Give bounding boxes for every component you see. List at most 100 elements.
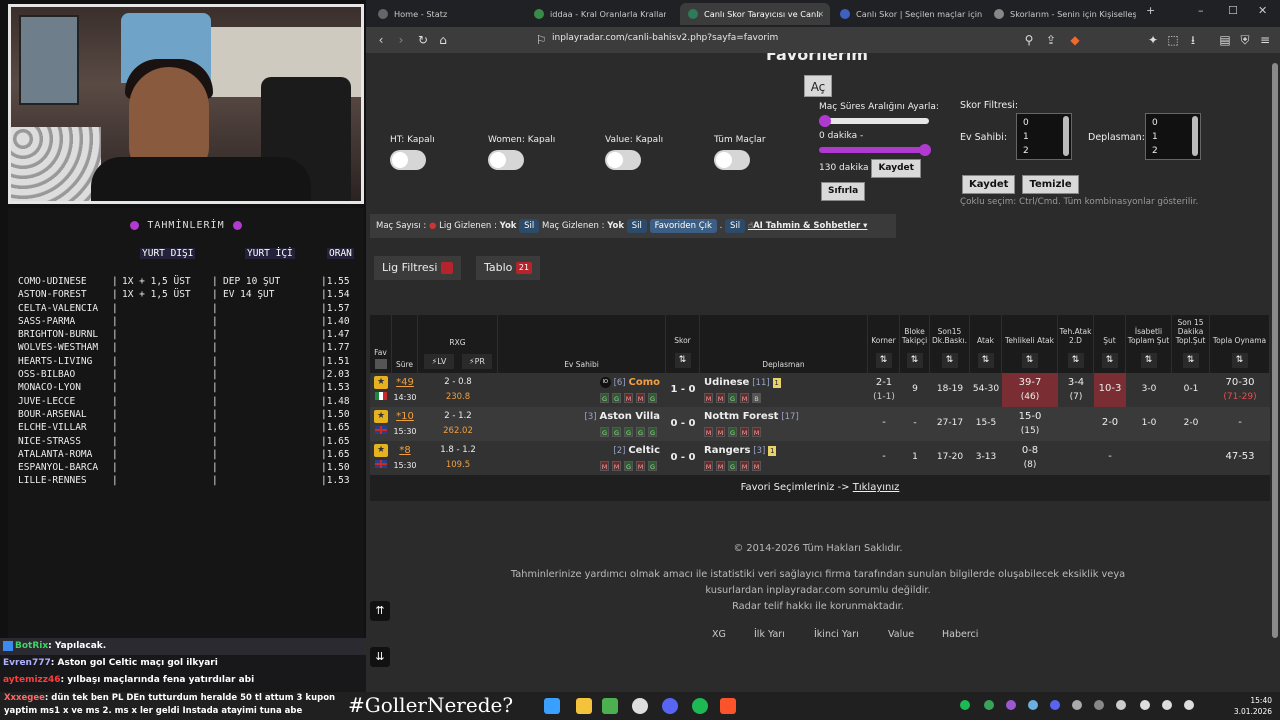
value-toggle[interactable] (605, 150, 641, 170)
away-score-select[interactable]: 0 1 2 (1145, 113, 1201, 160)
page-scrollbar[interactable] (1270, 53, 1280, 692)
minute[interactable]: 10 (401, 411, 414, 422)
footer-link-haberci[interactable]: Haberci (942, 629, 978, 640)
home-score-select[interactable]: 0 1 2 (1016, 113, 1072, 160)
maximize-icon[interactable]: ☐ (1228, 4, 1238, 17)
tab-canli-skor[interactable]: Canlı Skor Tarayıcısı ve Canlı ✕ (680, 3, 830, 25)
slider-knob[interactable] (819, 115, 831, 127)
favorites-link[interactable]: Tıklayınız (853, 482, 900, 493)
windows-start-icon[interactable] (544, 698, 560, 714)
scroll-bottom-button[interactable]: ⇊ (370, 647, 390, 667)
obs-icon[interactable] (632, 698, 648, 714)
sort-icon[interactable]: ⇅ (1231, 353, 1248, 368)
footer-link-ilk-yari[interactable]: İlk Yarı (754, 629, 785, 640)
sort-icon[interactable]: ⇅ (941, 353, 958, 368)
tab-iddaa[interactable]: iddaa - Kral Oranlarla Krallar Gibi (526, 3, 666, 25)
minimize-icon[interactable]: – (1198, 4, 1204, 17)
match-row[interactable]: ★ *49 14:30 2 - 0.8 230.8 IO [6] Como G G M M G 1 -… (370, 373, 1270, 407)
match-row[interactable]: ★ *8 15:30 1.8 - 1.2 109.5 [2] Celtic M M G M G 0 -… (370, 441, 1270, 475)
file-explorer-icon[interactable] (576, 698, 592, 714)
sort-icon[interactable]: ⇅ (1101, 353, 1118, 368)
scrollbar[interactable] (1063, 116, 1069, 156)
scroll-top-button[interactable]: ⇈ (370, 601, 390, 621)
tray-icon[interactable] (1116, 700, 1126, 710)
away-team[interactable]: Udinese (704, 377, 749, 388)
sort-icon[interactable]: ⇅ (1067, 353, 1084, 368)
option[interactable]: 1 (1023, 130, 1065, 144)
open-button[interactable]: Aç (804, 75, 832, 97)
share-icon[interactable]: ⇪ (1042, 31, 1060, 49)
tab-skorlarim[interactable]: Skorlarım - Senin için Kişiselleştiril (986, 3, 1136, 25)
new-tab-icon[interactable]: + (1146, 4, 1155, 17)
sort-icon[interactable]: ⇅ (1021, 353, 1038, 368)
tab-statz[interactable]: Home - Statz (370, 3, 520, 25)
all-matches-toggle[interactable] (714, 150, 750, 170)
brave-icon[interactable] (720, 698, 736, 714)
tray-icon[interactable] (1072, 700, 1082, 710)
notepad-icon[interactable] (602, 698, 618, 714)
puzzle-icon[interactable]: ⬚ (1164, 31, 1182, 49)
star-icon[interactable]: ★ (374, 376, 388, 389)
spotify-icon[interactable] (692, 698, 708, 714)
slider-knob[interactable] (919, 144, 931, 156)
sort-lv-button[interactable]: ⚡LV (424, 354, 454, 369)
option[interactable]: 1 (1152, 130, 1194, 144)
minute[interactable]: 49 (401, 377, 414, 388)
bookmark-icon[interactable]: ⚐ (532, 31, 550, 49)
address-bar[interactable]: inplayradar.com/canli-bahisv2.php?sayfa=… (552, 33, 778, 43)
away-team[interactable]: Nottm Forest (704, 411, 778, 422)
tray-icon[interactable] (1094, 700, 1104, 710)
filter-clear-button[interactable]: Temizle (1022, 175, 1079, 194)
max-slider[interactable] (819, 144, 931, 156)
vpn-icon[interactable]: ⛨ (1236, 31, 1254, 49)
menu-icon[interactable]: ≡ (1256, 31, 1274, 49)
forward-icon[interactable]: › (392, 31, 410, 49)
zoom-icon[interactable]: ⚲ (1020, 31, 1038, 49)
discord-tray-icon[interactable] (1050, 700, 1060, 710)
sidebar-icon[interactable]: ▤ (1216, 31, 1234, 49)
match-row[interactable]: ★ *10 15:30 2 - 1.2 262.02 [3] Aston Villa G G G… (370, 407, 1270, 441)
minute-link[interactable]: *10 (392, 409, 418, 424)
scrollbar-thumb[interactable] (1272, 63, 1278, 638)
tray-icon[interactable] (984, 700, 994, 710)
minute[interactable]: 8 (404, 445, 410, 456)
sort-icon[interactable]: ⇅ (674, 353, 691, 368)
minute-link[interactable]: *49 (392, 375, 418, 390)
scrollbar[interactable] (1192, 116, 1198, 156)
remove-favorites-button[interactable]: Favoriden Çık (649, 219, 717, 233)
league-filter-button[interactable]: Lig Filtresi (374, 256, 461, 280)
home-team[interactable]: Aston Villa (599, 411, 660, 422)
away-team[interactable]: Rangers (704, 445, 750, 456)
women-toggle[interactable] (488, 150, 524, 170)
sort-pr-button[interactable]: ⚡PR (462, 354, 492, 369)
ai-chat-link[interactable]: ☝AI Tahmin & Sohbetler ▾ (748, 221, 868, 231)
option[interactable]: 0 (1152, 116, 1194, 130)
range-reset-button[interactable]: Sıfırla (821, 182, 866, 201)
sort-icon[interactable]: ⇅ (977, 353, 994, 368)
brave-shield-icon[interactable]: ◆ (1066, 31, 1084, 49)
window-close-icon[interactable]: ✕ (1258, 4, 1267, 17)
range-save-button[interactable]: Kaydet (871, 159, 921, 178)
volume-icon[interactable] (1184, 700, 1194, 710)
minute-link[interactable]: *8 (392, 443, 418, 458)
sort-icon[interactable]: ⇅ (875, 353, 892, 368)
star-icon[interactable]: ★ (374, 410, 388, 423)
home-icon[interactable]: ⌂ (434, 31, 452, 49)
delete-match-button[interactable]: Sil (626, 219, 647, 233)
download-icon[interactable]: ⭳ (1184, 31, 1202, 49)
trash-icon[interactable] (375, 359, 387, 369)
spotify-tray-icon[interactable] (960, 700, 970, 710)
delete-league-button[interactable]: Sil (519, 219, 540, 233)
chevron-up-icon[interactable] (1140, 700, 1150, 710)
option[interactable]: 0 (1023, 116, 1065, 130)
sort-icon[interactable]: ⇅ (906, 353, 923, 368)
sort-icon[interactable]: ⇅ (1140, 353, 1157, 368)
system-clock[interactable]: 15:40 3.01.2026 (1222, 695, 1272, 717)
table-button[interactable]: Tablo 21 (476, 256, 541, 280)
footer-link-value[interactable]: Value (888, 629, 914, 640)
min-slider[interactable] (819, 115, 929, 127)
tab-canli-skor-secilen[interactable]: Canlı Skor | Seçilen maçlar için ca (832, 3, 982, 25)
home-team[interactable]: Celtic (628, 445, 660, 456)
star-icon[interactable]: ★ (374, 444, 388, 457)
home-team[interactable]: Como (629, 377, 661, 388)
